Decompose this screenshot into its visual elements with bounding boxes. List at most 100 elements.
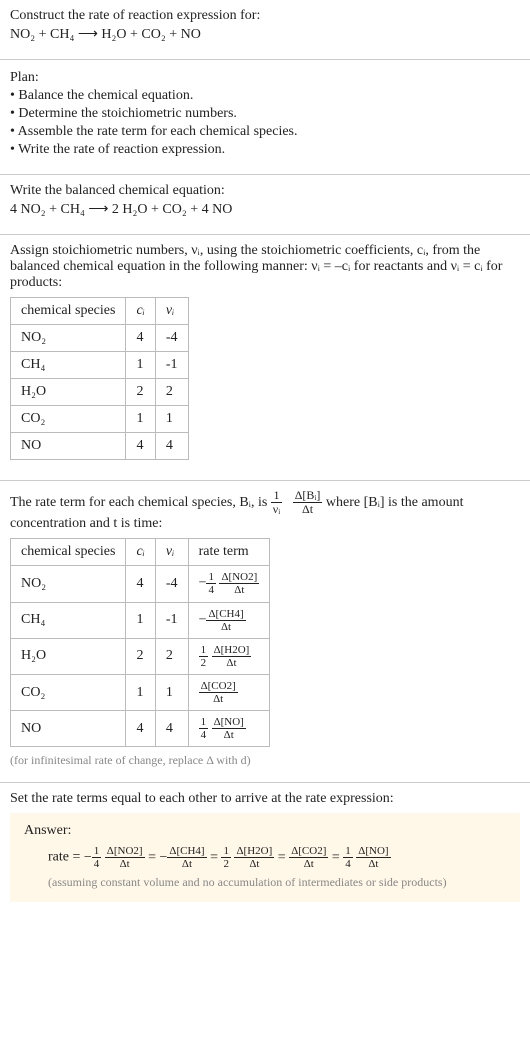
rate-intro-before: The rate term for each chemical species,… xyxy=(10,495,271,510)
cell-vi: -1 xyxy=(155,602,188,638)
plan-item: • Assemble the rate term for each chemic… xyxy=(10,124,520,140)
frac-den: Δt xyxy=(105,858,145,870)
section-rates: The rate term for each chemical species,… xyxy=(0,481,530,783)
stoich-table: chemical species cᵢ νᵢ NO₂ 4 -4 CH₄ 1 -1… xyxy=(10,297,189,460)
balanced-equation: 4 NO₂ + CH₄ ⟶ 2 H₂O + CO₂ + 4 NO xyxy=(10,201,520,218)
equals-sign: = xyxy=(145,850,160,865)
cell-vi: 4 xyxy=(155,711,188,747)
frac-den: Δt xyxy=(289,858,328,870)
final-intro: Set the rate terms equal to each other t… xyxy=(10,791,520,807)
rate-intro: The rate term for each chemical species,… xyxy=(10,489,520,532)
cell-ci: 4 xyxy=(126,566,155,602)
cell-vi: -1 xyxy=(155,352,188,379)
cell-ci: 1 xyxy=(126,674,155,710)
fraction-delta: Δ[Bᵢ] Δt xyxy=(293,489,323,516)
cell-ci: 4 xyxy=(126,325,155,352)
frac-den: Δt xyxy=(206,621,245,633)
cell-ci: 2 xyxy=(126,379,155,406)
table-row: NO 4 4 xyxy=(11,433,189,460)
col-vi: νᵢ xyxy=(155,539,188,566)
fraction-coefficient: 14 xyxy=(206,571,216,596)
cell-vi: -4 xyxy=(155,566,188,602)
table-row: H₂O2212 Δ[H2O]Δt xyxy=(11,638,270,674)
frac-num: 1 xyxy=(199,716,209,729)
frac-den: 2 xyxy=(199,657,209,669)
frac-num: Δ[NO2] xyxy=(219,571,259,584)
cell-species: NO₂ xyxy=(11,325,126,352)
cell-vi: -4 xyxy=(155,325,188,352)
fraction-coefficient: 1 νᵢ xyxy=(271,489,282,516)
frac-num: Δ[Bᵢ] xyxy=(293,489,323,503)
frac-den: 4 xyxy=(206,584,216,596)
frac-den: Δt xyxy=(234,858,274,870)
fraction-coefficient: 14 xyxy=(92,845,102,870)
fraction-coefficient: 14 xyxy=(343,845,353,870)
col-species: chemical species xyxy=(11,539,126,566)
prompt-text: Construct the rate of reaction expressio… xyxy=(10,8,520,24)
section-stoich: Assign stoichiometric numbers, νᵢ, using… xyxy=(0,235,530,481)
cell-species: NO xyxy=(11,711,126,747)
cell-ci: 1 xyxy=(126,602,155,638)
cell-rate-term: 14 Δ[NO]Δt xyxy=(188,711,270,747)
cell-ci: 1 xyxy=(126,406,155,433)
cell-ci: 4 xyxy=(126,711,155,747)
section-prompt: Construct the rate of reaction expressio… xyxy=(0,0,530,60)
equals-sign: = xyxy=(207,850,222,865)
section-plan: Plan: • Balance the chemical equation. •… xyxy=(0,60,530,175)
fraction-delta: Δ[NO]Δt xyxy=(356,845,390,870)
frac-den: Δt xyxy=(167,858,206,870)
frac-num: Δ[CO2] xyxy=(199,680,238,693)
cell-species: H₂O xyxy=(11,638,126,674)
fraction-delta: Δ[NO2]Δt xyxy=(219,571,259,596)
table-header-row: chemical species cᵢ νᵢ rate term xyxy=(11,539,270,566)
frac-den: Δt xyxy=(356,858,390,870)
table-header-row: chemical species cᵢ νᵢ xyxy=(11,298,189,325)
fraction-delta: Δ[NO2]Δt xyxy=(105,845,145,870)
plan-title: Plan: xyxy=(10,70,520,86)
frac-den: Δt xyxy=(212,657,252,669)
table-row: CH₄ 1 -1 xyxy=(11,352,189,379)
frac-num: Δ[NO] xyxy=(212,716,246,729)
cell-ci: 4 xyxy=(126,433,155,460)
frac-num: Δ[CH4] xyxy=(206,608,245,621)
table-row: CO₂11Δ[CO2]Δt xyxy=(11,674,270,710)
plan-item: • Write the rate of reaction expression. xyxy=(10,142,520,158)
frac-num: 1 xyxy=(206,571,216,584)
frac-num: Δ[NO] xyxy=(356,845,390,858)
cell-ci: 1 xyxy=(126,352,155,379)
fraction-delta: Δ[CH4]Δt xyxy=(167,845,206,870)
cell-vi: 1 xyxy=(155,406,188,433)
answer-note: (assuming constant volume and no accumul… xyxy=(48,875,506,890)
cell-rate-term: −14 Δ[NO2]Δt xyxy=(188,566,270,602)
frac-den: 4 xyxy=(343,858,353,870)
table-row: CH₄1-1−Δ[CH4]Δt xyxy=(11,602,270,638)
frac-num: Δ[CO2] xyxy=(289,845,328,858)
equals-sign: = xyxy=(328,850,343,865)
fraction-delta: Δ[H2O]Δt xyxy=(234,845,274,870)
fraction-delta: Δ[H2O]Δt xyxy=(212,644,252,669)
cell-species: CH₄ xyxy=(11,602,126,638)
cell-vi: 2 xyxy=(155,638,188,674)
cell-species: CO₂ xyxy=(11,406,126,433)
minus-sign: − xyxy=(159,850,167,865)
col-vi: νᵢ xyxy=(155,298,188,325)
table-row: NO₂4-4−14 Δ[NO2]Δt xyxy=(11,566,270,602)
fraction-delta: Δ[CO2]Δt xyxy=(289,845,328,870)
frac-num: Δ[CH4] xyxy=(167,845,206,858)
frac-den: Δt xyxy=(293,503,323,516)
cell-species: CO₂ xyxy=(11,674,126,710)
fraction-coefficient: 14 xyxy=(199,716,209,741)
fraction-coefficient: 12 xyxy=(199,644,209,669)
frac-num: 1 xyxy=(221,845,231,858)
cell-species: H₂O xyxy=(11,379,126,406)
minus-sign: − xyxy=(199,576,207,591)
cell-vi: 1 xyxy=(155,674,188,710)
cell-rate-term: 12 Δ[H2O]Δt xyxy=(188,638,270,674)
rate-label: rate = xyxy=(48,850,84,865)
frac-den: 4 xyxy=(92,858,102,870)
table-row: CO₂ 1 1 xyxy=(11,406,189,433)
cell-rate-term: −Δ[CH4]Δt xyxy=(188,602,270,638)
table-row: NO4414 Δ[NO]Δt xyxy=(11,711,270,747)
cell-ci: 2 xyxy=(126,638,155,674)
rate-table-caption: (for infinitesimal rate of change, repla… xyxy=(10,753,520,768)
